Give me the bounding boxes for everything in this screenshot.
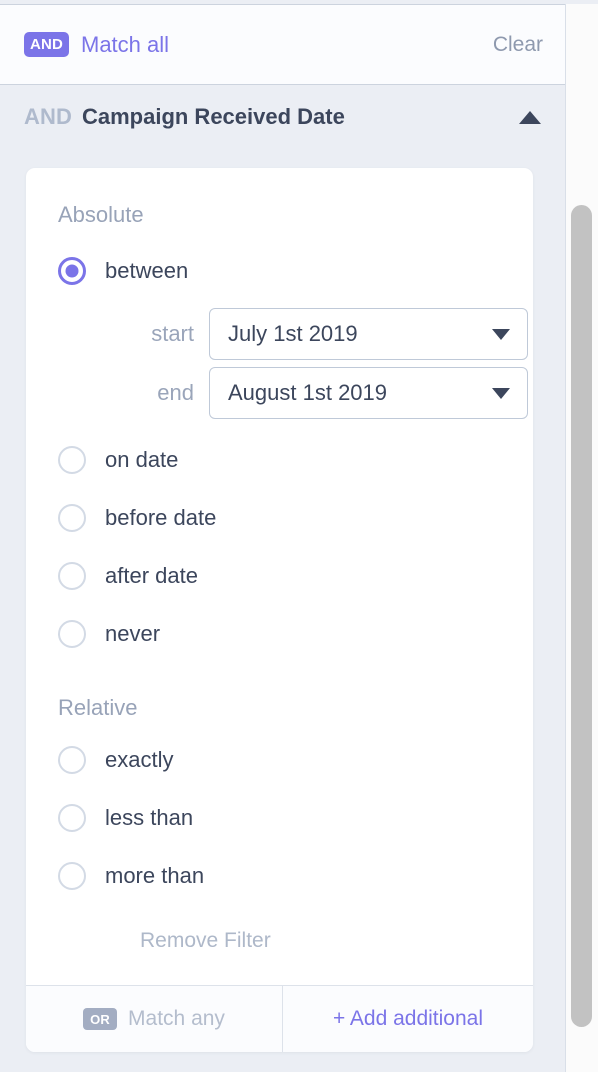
clear-button[interactable]: Clear	[493, 33, 543, 57]
end-date-select[interactable]: August 1st 2019	[209, 367, 528, 419]
match-all-label[interactable]: Match all	[81, 32, 169, 58]
section-label-relative: Relative	[58, 695, 138, 720]
date-row-end: end August 1st 2019	[26, 367, 533, 419]
triangle-up-icon[interactable]	[519, 110, 541, 124]
radio-button-on-date[interactable]	[58, 446, 86, 474]
radio-button-between[interactable]	[58, 257, 86, 285]
chevron-down-icon[interactable]	[492, 387, 510, 399]
date-row-start: start July 1st 2019	[26, 308, 533, 360]
radio-label-before-date: before date	[105, 505, 217, 530]
filter-panel-footer: OR Match any + Add additional	[26, 985, 533, 1052]
vertical-scrollbar-track[interactable]	[565, 4, 598, 1072]
operator-badge-or: OR	[83, 1008, 118, 1030]
filter-group-operator: AND	[24, 104, 72, 129]
match-any-label: Match any	[128, 1007, 225, 1030]
radio-label-less-than: less than	[105, 805, 194, 830]
start-date-select[interactable]: July 1st 2019	[209, 308, 528, 360]
radio-option-after-date[interactable]: after date	[26, 547, 533, 605]
radio-label-between: between	[105, 258, 189, 283]
date-range-fields: start July 1st 2019 end August 1st 2019	[26, 308, 533, 419]
date-label-end: end	[157, 380, 194, 405]
radio-button-before-date[interactable]	[58, 504, 86, 532]
match-all-toolbar: AND Match all Clear	[0, 4, 565, 85]
chevron-down-icon[interactable]	[492, 328, 510, 340]
match-any-button[interactable]: OR Match any	[26, 986, 283, 1052]
radio-button-more-than[interactable]	[58, 862, 86, 890]
radio-option-more-than[interactable]: more than	[26, 847, 533, 905]
radio-option-never[interactable]: never	[26, 605, 533, 663]
radio-option-exactly[interactable]: exactly	[26, 731, 533, 789]
add-additional-button[interactable]: + Add additional	[283, 986, 533, 1052]
radio-label-exactly: exactly	[105, 747, 174, 772]
filter-group-header[interactable]: AND Campaign Received Date	[0, 86, 565, 148]
radio-button-after-date[interactable]	[58, 562, 86, 590]
radio-option-between[interactable]: between	[26, 242, 533, 300]
date-label-start: start	[151, 321, 194, 346]
radio-label-on-date: on date	[105, 447, 179, 472]
radio-button-less-than[interactable]	[58, 804, 86, 832]
radio-label-after-date: after date	[105, 563, 198, 588]
vertical-scrollbar-thumb[interactable]	[571, 205, 592, 1027]
filter-panel-body: Absolute between start July 1st 2019 end…	[26, 168, 533, 985]
end-date-value: August 1st 2019	[228, 380, 388, 405]
radio-button-exactly[interactable]	[58, 746, 86, 774]
remove-filter-button[interactable]: Remove Filter	[26, 905, 533, 985]
filter-group-title: Campaign Received Date	[81, 104, 345, 129]
radio-option-on-date[interactable]: on date	[26, 431, 533, 489]
radio-option-less-than[interactable]: less than	[26, 789, 533, 847]
radio-option-before-date[interactable]: before date	[26, 489, 533, 547]
start-date-value: July 1st 2019	[228, 321, 358, 346]
radio-button-never[interactable]	[58, 620, 86, 648]
filter-panel-card: Absolute between start July 1st 2019 end…	[26, 168, 533, 1052]
operator-badge-and[interactable]: AND	[24, 32, 69, 57]
radio-label-more-than: more than	[105, 863, 205, 888]
section-label-absolute: Absolute	[58, 202, 144, 227]
radio-label-never: never	[105, 621, 161, 646]
